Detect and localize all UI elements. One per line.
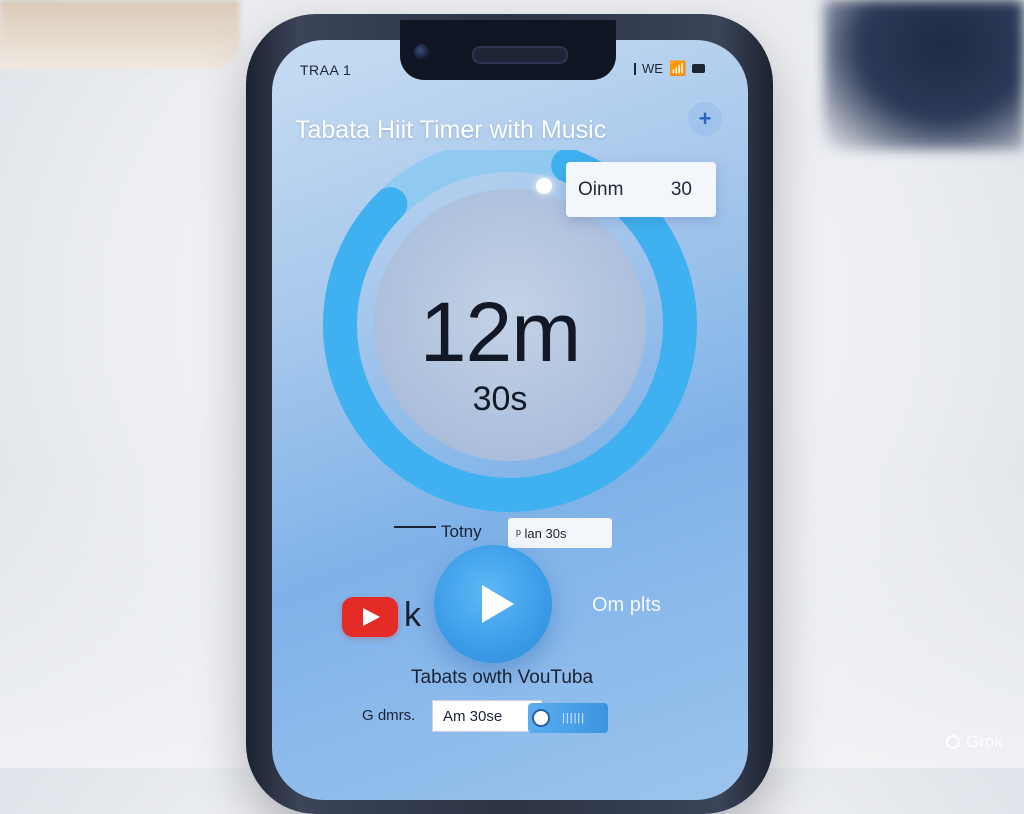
timer-minutes: 12m [419,285,581,379]
interval-tooltip: Oinm 30 [566,162,716,217]
play-button[interactable] [434,545,552,663]
wifi-icon: 📶 [668,60,687,76]
ring-progress-handle[interactable] [536,178,552,194]
background-paper-stack [0,0,240,70]
bottom-label: G dmrs. [362,707,416,724]
interval-tooltip-value: 30 [670,178,692,200]
background-dark-object [824,0,1024,150]
watermark: Grok [946,732,1003,752]
timer-display: 12m 30s [390,290,610,419]
speaker-grille [472,46,568,64]
toggle-text: |||||| [562,712,586,724]
total-value-field[interactable]: ᵖ lan 30s [508,518,612,548]
status-carrier: TRAA 1 [300,62,352,78]
signal-icon [634,62,636,75]
add-button[interactable]: + [688,102,722,136]
grok-icon [946,735,960,749]
youtube-side-text: k [404,596,421,634]
timer-seconds: 30s [472,380,528,418]
youtube-icon[interactable] [342,597,398,637]
app-title: Tabata Hiit Timer with Music [295,116,607,144]
toggle-knob[interactable] [532,709,550,727]
interval-tooltip-label: Oinm [578,178,624,200]
battery-icon [692,64,706,73]
youtube-caption: Tabats owth VouTuba [411,667,594,688]
camera-icon [414,44,430,60]
duration-input[interactable]: Am 30se [432,700,542,732]
music-label[interactable]: Om plts [592,594,661,617]
plus-icon: + [698,106,712,131]
total-label: Totny [441,522,482,541]
status-network: WE [642,61,663,76]
watermark-text: Grok [966,732,1003,751]
status-icons: WE 📶 [634,60,706,77]
total-divider [394,526,436,528]
settings-toggle[interactable]: |||||| [528,703,608,733]
